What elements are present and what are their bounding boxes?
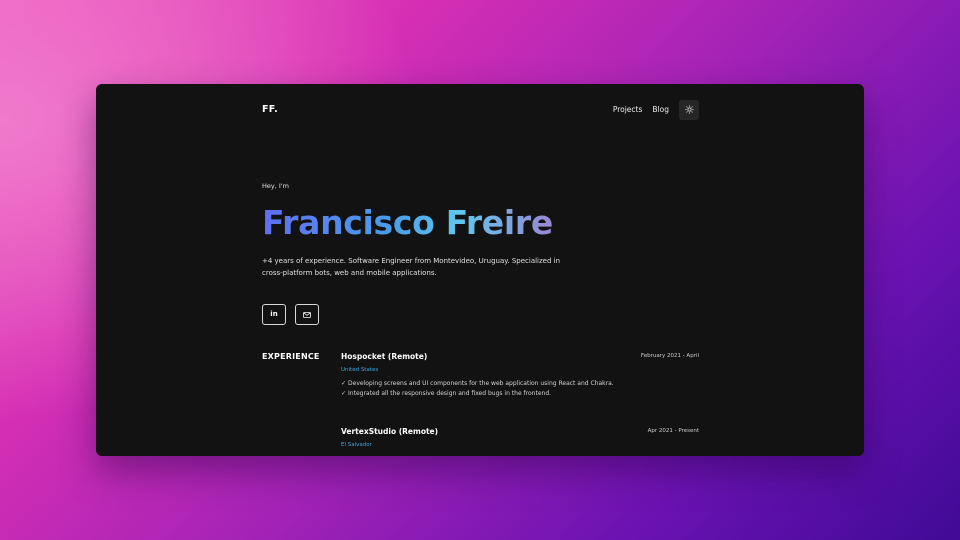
mail-icon (303, 311, 311, 318)
hero-name: Francisco Freire (262, 203, 553, 242)
top-nav: Projects Blog (613, 99, 699, 120)
browser-window: FF. Projects Blog Hey, I'm Francisco Fre… (96, 84, 864, 456)
job-bullet: ✓ Integrated all the responsive design an… (341, 389, 614, 399)
job-bullet-list: ✓ Developing screens and UI components fo… (341, 379, 614, 399)
nav-link-blog[interactable]: Blog (652, 105, 669, 114)
check-icon: ✓ (341, 380, 347, 387)
job-title: Hospocket (Remote) (341, 352, 428, 361)
sun-icon (684, 105, 694, 114)
hero-greeting: Hey, I'm (262, 182, 289, 190)
linkedin-icon: in (270, 310, 278, 318)
job-bullet-text: Developing screens and UI components for… (348, 380, 614, 387)
portfolio-content: FF. Projects Blog Hey, I'm Francisco Fre… (262, 84, 699, 456)
email-button[interactable] (295, 304, 319, 325)
job-date: Apr 2021 - Present (647, 428, 699, 434)
hero-bio: +4 years of experience. Software Enginee… (262, 257, 561, 277)
check-icon: ✓ (341, 390, 347, 397)
job-location: El Salvador (341, 442, 372, 448)
job-title: VertexStudio (Remote) (341, 427, 439, 436)
job-bullet: ✓ Developing screens and UI components fo… (341, 379, 614, 389)
job-bullet-text: Integrated all the responsive design and… (348, 390, 552, 397)
job-date: February 2021 - April (640, 353, 699, 359)
experience-heading: EXPERIENCE (262, 352, 320, 361)
linkedin-button[interactable]: in (262, 304, 286, 325)
theme-toggle-button[interactable] (679, 99, 699, 120)
nav-link-projects[interactable]: Projects (613, 105, 643, 114)
job-location: United States (341, 367, 379, 373)
site-logo[interactable]: FF. (262, 104, 278, 115)
